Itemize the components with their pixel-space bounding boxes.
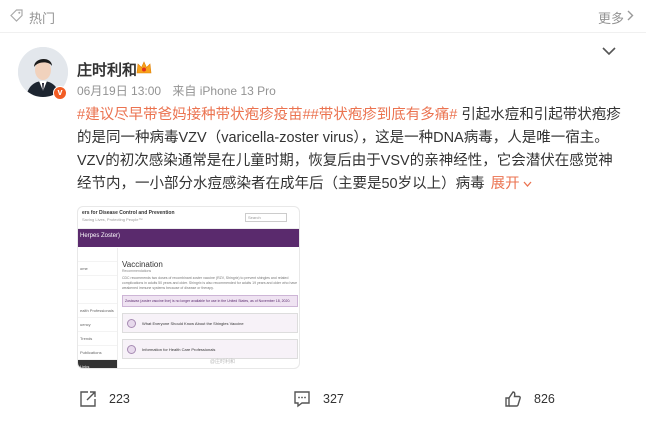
- thumb-card: What Everyone Should Know About the Shin…: [122, 313, 298, 333]
- thumb-card: Information for Health Care Professional…: [122, 339, 298, 359]
- top-bar: 热门 更多: [0, 0, 646, 33]
- comment-icon: [294, 391, 310, 408]
- thumbs-up-icon: [505, 391, 521, 407]
- post-content: #建议尽早带爸妈接种带状疱疹疫苗##带状疱疹到底有多痛# 引起水痘和引起带状疱疹…: [77, 104, 622, 196]
- thumb-side-item: Links: [78, 360, 117, 368]
- share-button[interactable]: 223: [79, 390, 130, 408]
- thumb-sidebar: ome ealth Professionals uency Trends Pub…: [78, 248, 118, 368]
- thumb-band-text: Herpes Zoster): [80, 233, 121, 239]
- post-meta: 06月19日 13:00 来自 iPhone 13 Pro: [77, 82, 284, 99]
- thumb-org-tagline: Saving Lives, Protecting People™: [82, 217, 143, 222]
- thumb-paragraph: CDC recommends two doses of recombinant …: [122, 276, 298, 290]
- thumb-side-item: ealth Professionals: [78, 304, 117, 318]
- share-count: 223: [109, 392, 130, 406]
- vip-crown-icon[interactable]: [136, 60, 152, 75]
- action-bar: 223 327 826: [0, 384, 646, 418]
- thumb-card-text: What Everyone Should Know About the Shin…: [142, 321, 244, 326]
- chevron-down-icon[interactable]: [523, 181, 532, 188]
- syringe-icon: [127, 319, 136, 328]
- like-button[interactable]: 826: [504, 390, 555, 408]
- post-menu-chevron-icon[interactable]: [602, 46, 616, 56]
- post-source: 来自 iPhone 13 Pro: [172, 84, 276, 98]
- doctor-icon: [127, 345, 136, 354]
- thumb-side-item: Trends: [78, 332, 117, 346]
- comment-button[interactable]: 327: [293, 390, 344, 408]
- thumb-side-item: [78, 290, 117, 304]
- username[interactable]: 庄时利和: [77, 59, 137, 80]
- thumb-search-box: Search: [245, 213, 287, 222]
- post-date[interactable]: 06月19日 13:00: [77, 84, 161, 98]
- thumb-watermark: @庄时利和: [209, 359, 235, 365]
- thumb-site-header: ers for Disease Control and Prevention S…: [78, 207, 299, 229]
- more-link[interactable]: 更多: [598, 8, 624, 27]
- thumb-org-name: ers for Disease Control and Prevention: [82, 210, 175, 216]
- like-count: 826: [534, 392, 555, 406]
- hot-label: 热门: [29, 11, 56, 26]
- thumb-main: Vaccination Recommendations CDC recommen…: [122, 248, 298, 368]
- thumb-card-text: Information for Health Care Professional…: [142, 347, 216, 352]
- thumb-notice: Zostavax (zoster vaccine live) is no lon…: [122, 295, 298, 307]
- thumb-side-item: ome: [78, 262, 117, 276]
- hot-tag-icon: [10, 9, 23, 22]
- topic-link[interactable]: #建议尽早带爸妈接种带状疱疹疫苗#: [77, 107, 311, 123]
- thumb-side-item: [78, 276, 117, 290]
- share-icon: [80, 391, 96, 407]
- thumb-heading: Vaccination: [122, 260, 163, 269]
- topic-link[interactable]: #带状疱疹到底有多痛#: [311, 107, 458, 123]
- thumb-side-item: Publications: [78, 346, 117, 360]
- verified-badge: v: [53, 86, 67, 100]
- expand-link[interactable]: 展开: [491, 176, 520, 192]
- post-image-thumbnail[interactable]: ers for Disease Control and Prevention S…: [77, 206, 300, 369]
- chevron-right-icon[interactable]: [626, 10, 634, 21]
- comment-count: 327: [323, 392, 344, 406]
- thumb-title-band: Herpes Zoster): [78, 229, 299, 247]
- thumb-side-item: [78, 248, 117, 262]
- thumb-subheading: Recommendations: [122, 269, 152, 273]
- thumb-side-item: uency: [78, 318, 117, 332]
